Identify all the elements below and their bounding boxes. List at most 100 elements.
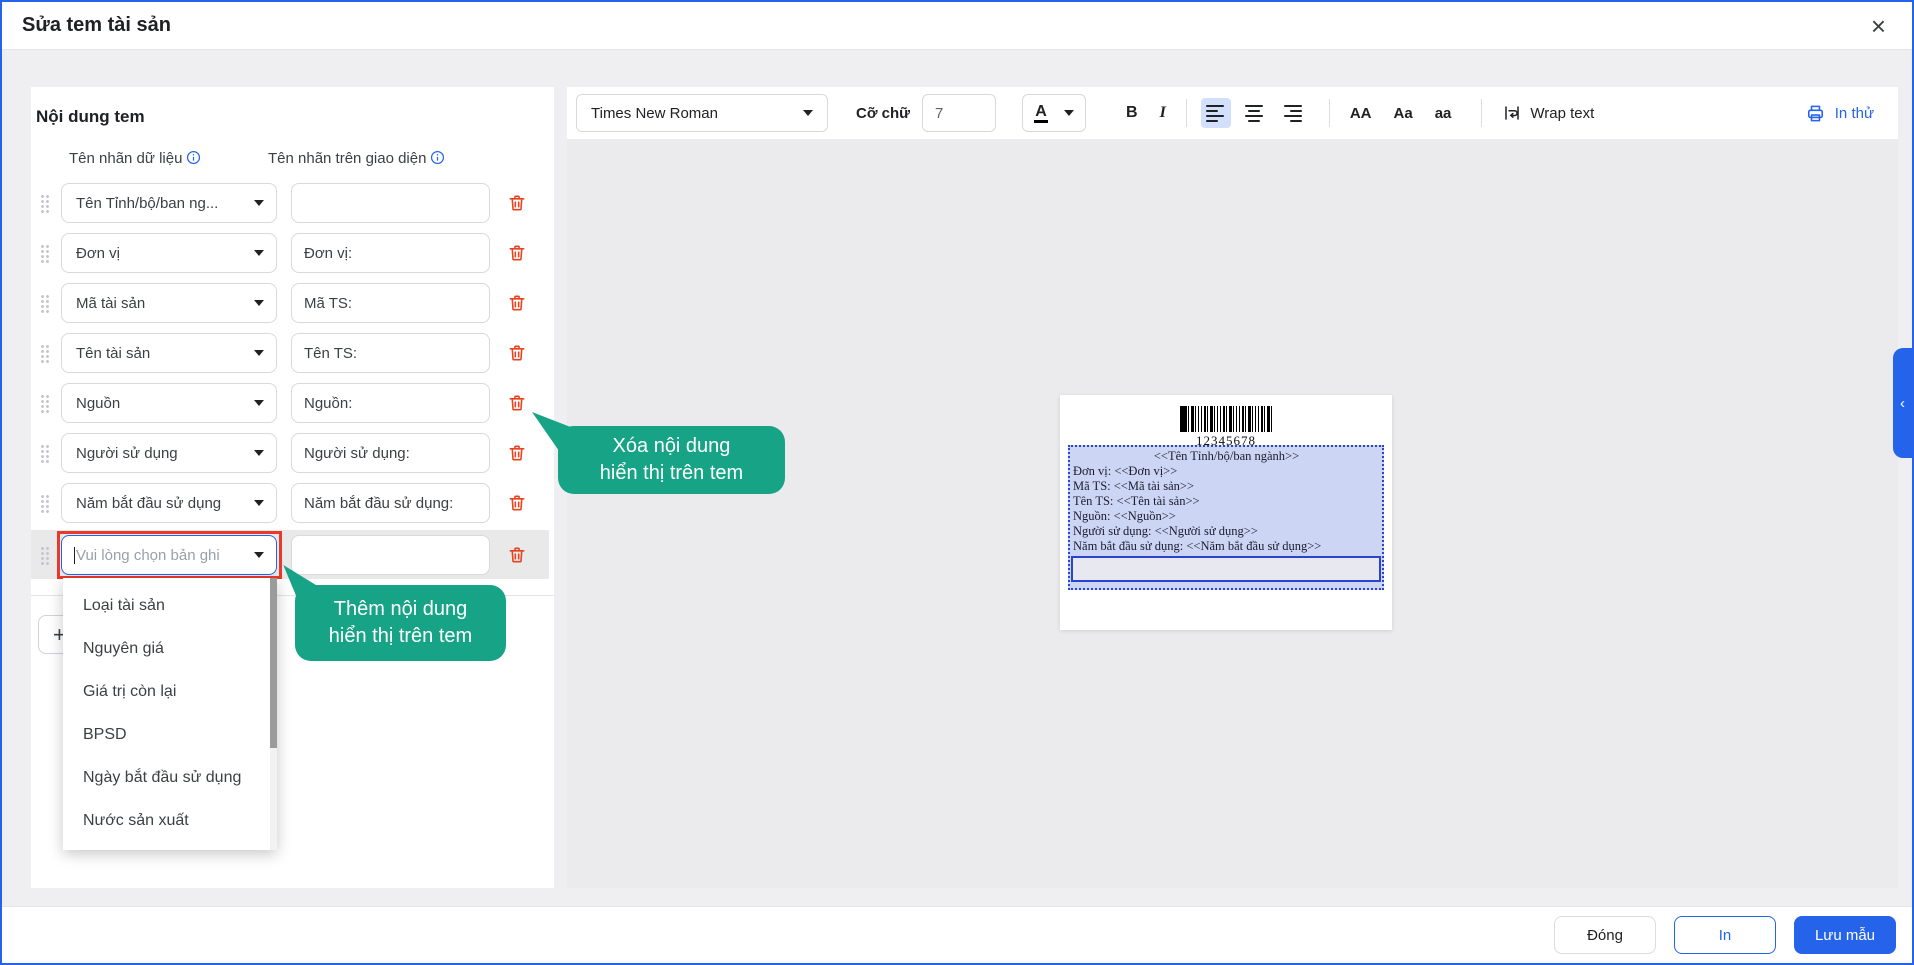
display-label-input[interactable] [291,233,490,273]
data-field-select[interactable]: Đơn vị [61,233,277,273]
print-test-button[interactable]: In thử [1806,104,1874,123]
data-field-select[interactable]: Tên Tỉnh/bộ/ban ng... [61,183,277,223]
label-line: Năm bắt đầu sử dụng: <<Năm bắt đầu sử dụ… [1073,539,1380,554]
menu-item[interactable]: BPSD [63,713,277,756]
data-field-select[interactable]: Năm bắt đầu sử dụng [61,483,277,523]
label-line: Mã TS: <<Mã tài sản>> [1073,479,1380,494]
info-icon[interactable] [186,150,201,165]
modal-titlebar: Sửa tem tài sản × [2,2,1912,50]
display-label-input[interactable] [291,383,490,423]
drag-handle-icon[interactable] [40,244,49,263]
delete-row-button[interactable] [507,342,529,364]
data-field-select[interactable]: Nguồn [61,383,277,423]
drag-handle-icon[interactable] [40,194,49,213]
menu-scrollbar[interactable] [270,578,277,850]
divider [1481,99,1482,127]
drag-handle-icon[interactable] [40,444,49,463]
menu-item[interactable]: Loại tài sản [63,584,277,627]
font-size-input[interactable] [922,94,996,132]
data-field-select[interactable]: Người sử dụng [61,433,277,473]
close-button[interactable]: Đóng [1554,916,1656,954]
capitalize-button[interactable]: Aa [1388,101,1419,126]
save-template-button[interactable]: Lưu mẫu [1794,916,1896,954]
chevron-down-icon [254,350,264,356]
chevron-down-icon [254,200,264,206]
drag-handle-icon[interactable] [40,494,49,513]
display-label-input[interactable] [291,333,490,373]
delete-row-button[interactable] [507,292,529,314]
drag-handle-icon[interactable] [40,344,49,363]
menu-item[interactable]: Giá trị còn lại [63,670,277,713]
tooltip-add-content: Thêm nội dung hiển thị trên tem [295,585,506,661]
chevron-down-icon [254,250,264,256]
trash-icon [507,293,527,313]
label-line: Người sử dụng: <<Người sử dụng>> [1073,524,1380,539]
print-button[interactable]: In [1674,916,1776,954]
field-row: Đơn vị [31,233,554,273]
label-line: <<Tên Tỉnh/bộ/ban ngành>> [1073,449,1380,464]
trash-icon [507,493,527,513]
menu-item[interactable]: Nước sản xuất [63,799,277,842]
field-row: Mã tài sản [31,283,554,323]
display-label-input[interactable] [291,433,490,473]
edit-asset-label-modal: Sửa tem tài sản × Nội dung tem Tên nhãn … [0,0,1914,965]
trash-icon [507,243,527,263]
delete-row-button[interactable] [507,442,529,464]
label-empty-field-box[interactable] [1071,556,1381,582]
italic-button[interactable]: I [1154,100,1172,126]
barcode-image [1180,406,1273,432]
delete-row-button[interactable] [507,492,529,514]
drag-handle-icon[interactable] [40,294,49,313]
menu-item[interactable]: Ngày bắt đầu sử dụng [63,756,277,799]
drag-handle-icon[interactable] [40,546,49,565]
display-label-input[interactable] [291,283,490,323]
panel-heading: Nội dung tem [36,107,554,127]
chevron-left-icon: ‹ [1900,395,1905,412]
printer-icon [1806,104,1825,123]
font-size-label: Cỡ chữ [856,105,910,122]
info-icon[interactable] [430,150,445,165]
drag-handle-icon[interactable] [40,394,49,413]
trash-icon [507,343,527,363]
label-template-box[interactable]: <<Tên Tỉnh/bộ/ban ngành>> Đơn vị: <<Đơn … [1068,445,1384,590]
field-options-menu: Loại tài sản Nguyên giá Giá trị còn lại … [63,578,277,850]
column-header-display-label: Tên nhãn trên giao diện [268,150,445,167]
new-data-field-select[interactable]: Vui lòng chọn bản ghi [61,535,277,575]
field-row: Tên tài sản [31,333,554,373]
chevron-down-icon [254,300,264,306]
uppercase-button[interactable]: AA [1344,101,1378,126]
delete-row-button[interactable] [507,544,529,566]
wrap-text-button[interactable]: Wrap text [1496,100,1600,126]
label-line: Đơn vị: <<Đơn vị>> [1073,464,1380,479]
align-right-button[interactable] [1277,98,1307,128]
close-icon[interactable]: × [1865,13,1892,39]
delete-row-button[interactable] [507,242,529,264]
menu-item[interactable]: Nguyên giá [63,627,277,670]
lowercase-button[interactable]: aa [1429,101,1458,126]
tooltip-delete-content: Xóa nội dung hiển thị trên tem [558,426,785,494]
chevron-down-icon [254,450,264,456]
data-field-select[interactable]: Mã tài sản [61,283,277,323]
data-field-select[interactable]: Tên tài sản [61,333,277,373]
divider [1329,99,1330,127]
chevron-down-icon [254,500,264,506]
bold-button[interactable]: B [1120,100,1144,126]
scrollbar-thumb[interactable] [270,578,277,748]
barcode-block: 12345678 [1060,395,1392,449]
align-center-button[interactable] [1239,98,1269,128]
display-label-input[interactable] [291,183,490,223]
collapse-panel-tab[interactable]: ‹ [1893,348,1912,458]
font-family-select[interactable]: Times New Roman [576,94,828,132]
delete-row-button[interactable] [507,192,529,214]
font-color-button[interactable]: A [1022,94,1086,132]
label-line: Tên TS: <<Tên tài sản>> [1073,494,1380,509]
align-left-button[interactable] [1201,98,1231,128]
label-line: Nguồn: <<Nguồn>> [1073,509,1380,524]
delete-row-button[interactable] [507,392,529,414]
trash-icon [507,393,527,413]
new-display-label-input[interactable] [291,535,490,575]
display-label-input[interactable] [291,483,490,523]
wrap-text-icon [1502,104,1522,122]
chevron-down-icon [1064,110,1074,116]
chevron-down-icon [254,552,264,558]
